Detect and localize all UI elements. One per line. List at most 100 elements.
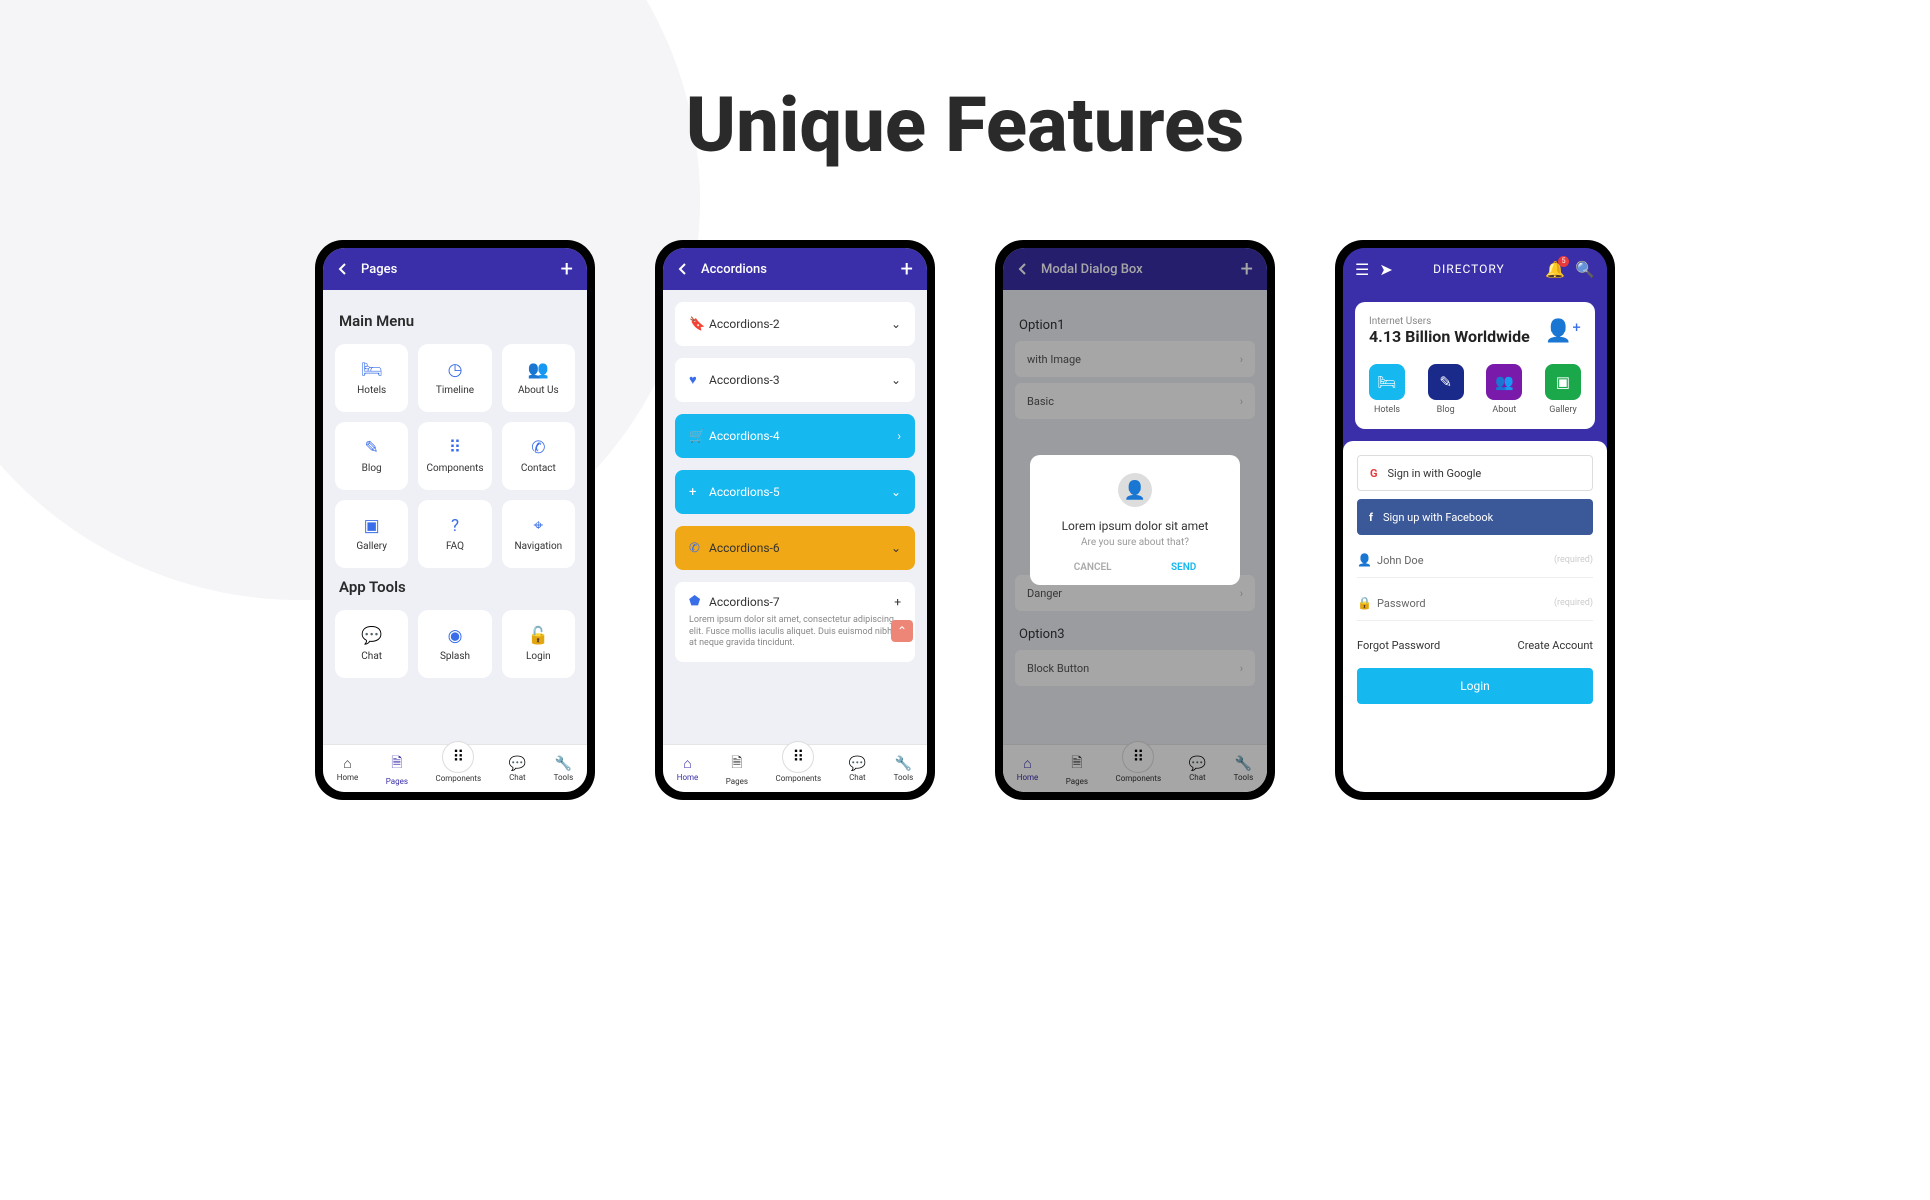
cancel-button[interactable]: CANCEL: [1074, 562, 1112, 573]
accordion-6[interactable]: ✆Accordions-6⌄: [675, 526, 915, 570]
file-icon: 🗎: [731, 752, 742, 776]
header-accordions: Accordions +: [663, 248, 927, 290]
quick-gallery[interactable]: ▣Gallery: [1545, 364, 1581, 415]
grid-icon: ⠿: [449, 438, 461, 458]
send-button[interactable]: SEND: [1171, 562, 1196, 573]
chevron-down-icon: ⌄: [891, 485, 901, 499]
logo-icon: ➤: [1379, 260, 1392, 279]
user-icon: 👤: [1357, 553, 1377, 567]
tile-components[interactable]: ⠿Components: [418, 422, 491, 490]
add-user-icon[interactable]: 👤⁺: [1545, 319, 1581, 344]
modal-overlay[interactable]: 👤 Lorem ipsum dolor sit amet Are you sur…: [1003, 248, 1267, 792]
modal-dialog: 👤 Lorem ipsum dolor sit amet Are you sur…: [1030, 455, 1240, 585]
users-icon: 👥: [1486, 364, 1522, 400]
accordion-4[interactable]: 🛒Accordions-4›: [675, 414, 915, 458]
phone-frame-3: Modal Dialog Box + Option1 with Image› B…: [995, 240, 1275, 800]
nav-chat[interactable]: 💬Chat: [849, 756, 866, 782]
body-pages: Main Menu 🛏Hotels ◷Timeline 👥About Us ✎B…: [323, 290, 587, 744]
nav-pages[interactable]: 🗎Pages: [386, 752, 408, 786]
header-pages: Pages +: [323, 248, 587, 290]
chevron-down-icon: ⌄: [891, 317, 901, 331]
clock-icon: ◷: [448, 360, 463, 380]
stat-card: Internet Users 4.13 Billion Worldwide 👤⁺…: [1355, 302, 1595, 429]
screen-1: Pages + Main Menu 🛏Hotels ◷Timeline 👥Abo…: [323, 248, 587, 792]
accordion-5[interactable]: +Accordions-5⌄: [675, 470, 915, 514]
accordion-2[interactable]: 🔖Accordions-2⌄: [675, 302, 915, 346]
tile-login[interactable]: 🔓Login: [502, 610, 575, 678]
fingerprint-icon: ◉: [448, 626, 463, 646]
phone-icon: ✆: [689, 541, 709, 556]
quick-about[interactable]: 👥About: [1486, 364, 1522, 415]
chevron-down-icon: ⌄: [891, 541, 901, 555]
name-input[interactable]: 👤John Doe(required): [1357, 543, 1593, 578]
bell-icon[interactable]: 🔔5: [1545, 260, 1565, 279]
login-button[interactable]: Login: [1357, 668, 1593, 704]
tile-faq[interactable]: ?FAQ: [418, 500, 491, 568]
back-icon[interactable]: [337, 262, 355, 276]
back-icon[interactable]: [677, 262, 695, 276]
search-icon[interactable]: 🔍: [1575, 260, 1595, 279]
google-signin-button[interactable]: GSign in with Google: [1357, 455, 1593, 491]
bottom-nav-2: ⌂Home 🗎Pages ⠿Components 💬Chat 🔧Tools: [663, 744, 927, 792]
forgot-password-link[interactable]: Forgot Password: [1357, 639, 1440, 652]
tile-blog[interactable]: ✎Blog: [335, 422, 408, 490]
help-icon: ?: [451, 516, 459, 536]
plus-icon: +: [689, 485, 709, 500]
nav-home[interactable]: ⌂Home: [677, 755, 699, 782]
nav-tools[interactable]: 🔧Tools: [554, 756, 574, 782]
add-icon[interactable]: +: [561, 257, 573, 282]
header-directory: ☰ ➤ DIRECTORY 🔔5 🔍: [1343, 248, 1607, 290]
stat-value: 4.13 Billion Worldwide: [1369, 327, 1530, 346]
nav-components[interactable]: ⠿Components: [776, 755, 822, 783]
nav-components[interactable]: ⠿Components: [436, 755, 482, 783]
bookmark-icon: 🔖: [689, 317, 709, 332]
tile-gallery[interactable]: ▣Gallery: [335, 500, 408, 568]
accordion-7[interactable]: ⬟Accordions-7+ Lorem ipsum dolor sit ame…: [675, 582, 915, 662]
edit-icon: ✎: [1428, 364, 1464, 400]
quick-hotels[interactable]: 🛏Hotels: [1369, 364, 1405, 415]
tile-splash[interactable]: ◉Splash: [418, 610, 491, 678]
screen-3: Modal Dialog Box + Option1 with Image› B…: [1003, 248, 1267, 792]
users-icon: 👥: [528, 360, 549, 380]
notification-badge: 5: [1558, 256, 1569, 267]
stat-label: Internet Users: [1369, 316, 1530, 327]
nav-chat[interactable]: 💬Chat: [509, 756, 526, 782]
tile-hotels[interactable]: 🛏Hotels: [335, 344, 408, 412]
password-input[interactable]: 🔒Password(required): [1357, 586, 1593, 621]
wrench-icon: 🔧: [555, 756, 572, 772]
scroll-top-button[interactable]: ⌃: [891, 620, 913, 642]
edit-icon: ✎: [365, 438, 379, 458]
nav-home[interactable]: ⌂Home: [337, 755, 359, 782]
grid-icon: ⠿: [442, 741, 474, 773]
image-icon: ▣: [364, 516, 380, 536]
nav-tools[interactable]: 🔧Tools: [894, 756, 914, 782]
header-title: Accordions: [701, 262, 901, 277]
wrench-icon: 🔧: [895, 756, 912, 772]
header-title: Pages: [361, 262, 561, 277]
file-icon: 🗎: [391, 752, 402, 776]
main-menu-label: Main Menu: [339, 312, 571, 330]
tile-navigation[interactable]: ⌖Navigation: [502, 500, 575, 568]
phone-frame-1: Pages + Main Menu 🛏Hotels ◷Timeline 👥Abo…: [315, 240, 595, 800]
chat-icon: 💬: [509, 756, 526, 772]
menu-icon[interactable]: ☰: [1355, 260, 1369, 279]
facebook-signup-button[interactable]: fSign up with Facebook: [1357, 499, 1593, 535]
nav-pages[interactable]: 🗎Pages: [726, 752, 748, 786]
grid-icon: ⠿: [782, 741, 814, 773]
create-account-link[interactable]: Create Account: [1518, 639, 1593, 652]
add-icon[interactable]: +: [901, 257, 913, 282]
tile-chat[interactable]: 💬Chat: [335, 610, 408, 678]
facebook-icon: f: [1369, 511, 1373, 524]
tile-timeline[interactable]: ◷Timeline: [418, 344, 491, 412]
phone-frame-2: Accordions + 🔖Accordions-2⌄ ♥Accordions-…: [655, 240, 935, 800]
quick-blog[interactable]: ✎Blog: [1428, 364, 1464, 415]
compass-icon: ⌖: [534, 516, 544, 536]
bottom-nav-1: ⌂Home 🗎Pages ⠿Components 💬Chat 🔧Tools: [323, 744, 587, 792]
body-accordions: 🔖Accordions-2⌄ ♥Accordions-3⌄ 🛒Accordion…: [663, 290, 927, 744]
lock-icon: 🔒: [1357, 596, 1377, 610]
accordion-3[interactable]: ♥Accordions-3⌄: [675, 358, 915, 402]
tile-contact[interactable]: ✆Contact: [502, 422, 575, 490]
modal-subtitle: Are you sure about that?: [1044, 537, 1226, 548]
bed-icon: 🛏: [361, 360, 383, 380]
tile-about[interactable]: 👥About Us: [502, 344, 575, 412]
